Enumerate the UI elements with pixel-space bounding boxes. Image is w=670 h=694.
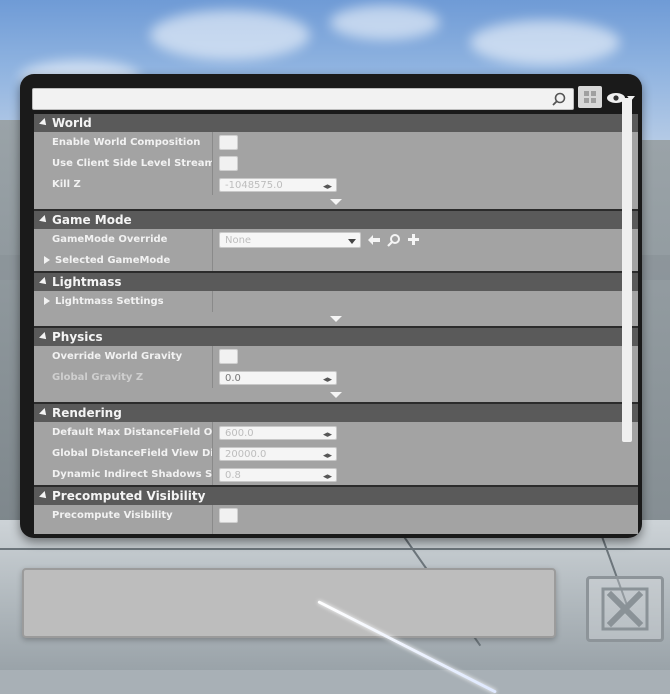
property-row: Enable World Composition	[34, 132, 638, 153]
search-input[interactable]	[33, 90, 545, 111]
kill-z-field[interactable]: -1048575.0 ◂▸	[219, 177, 337, 194]
section-title: Game Mode	[52, 213, 132, 227]
spinner-icon[interactable]: ◂▸	[323, 470, 332, 484]
browse-icon[interactable]	[387, 233, 401, 247]
field-value: 20000.0	[225, 448, 267, 460]
property-row: Precompute Visibility	[34, 505, 638, 526]
property-label: Dynamic Indirect Shadows Self Shadowing …	[52, 469, 212, 480]
default-max-distancefield-field[interactable]: 600.0 ◂▸	[219, 425, 337, 442]
world-settings-panel: World Enable World Composition Use Clien…	[20, 74, 642, 538]
property-label: Use Client Side Level Streaming Volumes	[52, 158, 212, 169]
section-world: World Enable World Composition Use Clien…	[34, 114, 638, 211]
global-gravity-z-field[interactable]: 0.0 ◂▸	[219, 370, 337, 387]
section-title: Rendering	[52, 406, 122, 420]
property-label: Lightmass Settings	[34, 296, 212, 307]
expand-arrow-icon[interactable]	[44, 256, 50, 264]
dynamic-indirect-shadows-field[interactable]: 0.8 ◂▸	[219, 467, 337, 484]
property-row: Override World Gravity	[34, 346, 638, 367]
show-advanced-button[interactable]	[34, 195, 638, 209]
property-label: Default Max DistanceField Occlusion Dist…	[52, 427, 212, 438]
property-row[interactable]: Lightmass Settings	[34, 291, 638, 312]
override-world-gravity-checkbox[interactable]	[219, 349, 238, 364]
spinner-icon[interactable]: ◂▸	[323, 373, 332, 387]
section-header-rendering[interactable]: Rendering	[34, 404, 638, 422]
section-rendering: Rendering Default Max DistanceField Occl…	[34, 404, 638, 487]
gamemode-override-dropdown[interactable]: None	[219, 231, 361, 248]
section-header-lightmass[interactable]: Lightmass	[34, 273, 638, 291]
section-header-precomputed-visibility[interactable]: Precomputed Visibility	[34, 487, 638, 505]
field-value: 0.0	[225, 372, 241, 384]
property-label: Precompute Visibility	[52, 510, 173, 521]
property-row: Kill Z -1048575.0 ◂▸	[34, 174, 638, 195]
section-physics: Physics Override World Gravity Global Gr…	[34, 328, 638, 404]
section-title: World	[52, 116, 92, 130]
chevron-down-icon	[330, 392, 342, 398]
property-row: Use Client Side Level Streaming Volumes	[34, 153, 638, 174]
property-row: Default Max DistanceField Occlusion Dist…	[34, 422, 638, 443]
property-row: GameMode Override None	[34, 229, 638, 250]
close-window-button[interactable]	[586, 576, 664, 642]
property-row[interactable]: Selected GameMode	[34, 250, 638, 271]
section-lightmass: Lightmass Lightmass Settings	[34, 273, 638, 328]
search-bar	[32, 84, 635, 112]
property-row: Global DistanceField View Distance 20000…	[34, 443, 638, 464]
section-title: Physics	[52, 330, 103, 344]
section-header-world[interactable]: World	[34, 114, 638, 132]
property-label: Kill Z	[52, 179, 81, 190]
property-label: Global Gravity Z	[52, 372, 144, 383]
property-label: Global DistanceField View Distance	[52, 448, 212, 459]
property-label: Override World Gravity	[52, 351, 183, 362]
property-row: Dynamic Indirect Shadows Self Shadowing …	[34, 464, 638, 485]
search-icon[interactable]	[551, 91, 567, 111]
property-label: Enable World Composition	[52, 137, 201, 148]
dropdown-value: None	[225, 234, 252, 246]
section-game-mode: Game Mode GameMode Override None Selecte…	[34, 211, 638, 273]
field-value: 600.0	[225, 427, 254, 439]
details-content[interactable]: World Enable World Composition Use Clien…	[34, 114, 638, 534]
search-box[interactable]	[32, 88, 574, 111]
grid-view-button[interactable]	[578, 86, 602, 108]
property-label: Selected GameMode	[34, 255, 212, 266]
field-value: -1048575.0	[225, 179, 283, 191]
section-title: Precomputed Visibility	[52, 489, 206, 503]
section-title: Lightmass	[52, 275, 122, 289]
property-label: GameMode Override	[52, 234, 168, 245]
use-selected-arrow-icon[interactable]	[367, 234, 381, 246]
use-client-side-level-streaming-checkbox[interactable]	[219, 156, 238, 171]
expand-arrow-icon[interactable]	[44, 297, 50, 305]
chevron-down-icon	[348, 238, 356, 244]
scrollbar[interactable]	[622, 98, 632, 442]
spinner-icon[interactable]: ◂▸	[323, 180, 332, 194]
section-header-game-mode[interactable]: Game Mode	[34, 211, 638, 229]
precompute-visibility-checkbox[interactable]	[219, 508, 238, 523]
property-row: Global Gravity Z 0.0 ◂▸	[34, 367, 638, 388]
show-advanced-button[interactable]	[34, 388, 638, 402]
grid-view-icon	[584, 91, 596, 103]
vr-bottom-panel[interactable]	[22, 568, 556, 638]
global-distancefield-view-field[interactable]: 20000.0 ◂▸	[219, 446, 337, 463]
spinner-icon[interactable]: ◂▸	[323, 449, 332, 463]
spinner-icon[interactable]: ◂▸	[323, 428, 332, 442]
show-advanced-button[interactable]	[34, 312, 638, 326]
add-icon[interactable]	[407, 233, 420, 246]
field-value: 0.8	[225, 469, 241, 481]
chevron-down-icon	[330, 316, 342, 322]
section-precomputed-visibility: Precomputed Visibility Precompute Visibi…	[34, 487, 638, 534]
enable-world-composition-checkbox[interactable]	[219, 135, 238, 150]
close-icon	[601, 587, 649, 631]
chevron-down-icon	[330, 199, 342, 205]
section-header-physics[interactable]: Physics	[34, 328, 638, 346]
